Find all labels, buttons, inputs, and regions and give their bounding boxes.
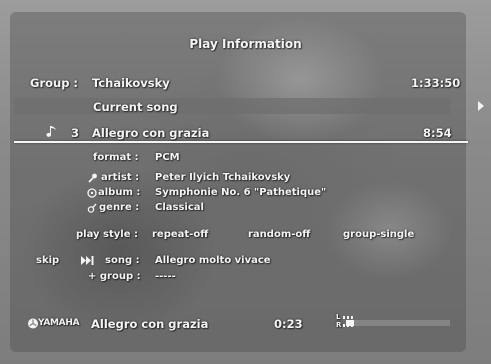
page-title: Play Information <box>189 37 302 51</box>
genre-value: Classical <box>155 202 204 213</box>
play-arrow-icon[interactable] <box>478 101 484 111</box>
track-underline <box>14 141 468 143</box>
skip-song-value: Allegro molto vivace <box>155 255 271 266</box>
skip-group-value: ----- <box>155 271 176 282</box>
brand-logo-text: YAMAHA <box>38 318 80 328</box>
music-note-icon <box>46 126 56 137</box>
artist-value: Peter Ilyich Tchaikovsky <box>155 172 291 183</box>
skip-label: skip <box>36 255 60 266</box>
level-right-bars <box>343 324 353 327</box>
random-setting[interactable]: random-off <box>248 229 310 240</box>
level-left-label: L <box>336 313 341 321</box>
level-right-label: R <box>336 321 342 329</box>
track-number: 3 <box>71 126 80 140</box>
level-left-bars <box>343 316 355 319</box>
disc-icon <box>87 188 97 198</box>
current-song-label: Current song <box>93 100 178 114</box>
play-style-label: play style : <box>76 229 138 240</box>
skip-forward-icon <box>81 256 94 265</box>
current-song-bar <box>14 98 450 114</box>
elapsed-time: 0:23 <box>274 317 303 331</box>
format-label: format : <box>93 152 139 163</box>
skip-group-label: + group : <box>88 271 141 282</box>
track-time: 8:54 <box>423 126 452 140</box>
group-name: Tchaikovsky <box>92 76 170 90</box>
track-name: Allegro con grazia <box>92 126 210 140</box>
skip-song-label: song : <box>105 255 140 266</box>
format-value: PCM <box>155 152 180 163</box>
level-meter: L R <box>336 313 364 331</box>
album-value: Symphonie No. 6 "Pathetique" <box>155 187 327 198</box>
genre-label: genre : <box>99 202 140 213</box>
group-time: 1:33:50 <box>411 76 461 90</box>
microphone-icon <box>88 173 97 183</box>
group-setting[interactable]: group-single <box>343 229 414 240</box>
repeat-setting[interactable]: repeat-off <box>152 229 208 240</box>
play-information-screen: Play Information Group : Tchaikovsky 1:3… <box>0 0 491 364</box>
group-label: Group : <box>30 76 79 90</box>
footer-song: Allegro con grazia <box>91 317 209 331</box>
artist-label: artist : <box>101 172 140 183</box>
genre-icon <box>87 203 97 213</box>
album-label: album : <box>98 187 141 198</box>
